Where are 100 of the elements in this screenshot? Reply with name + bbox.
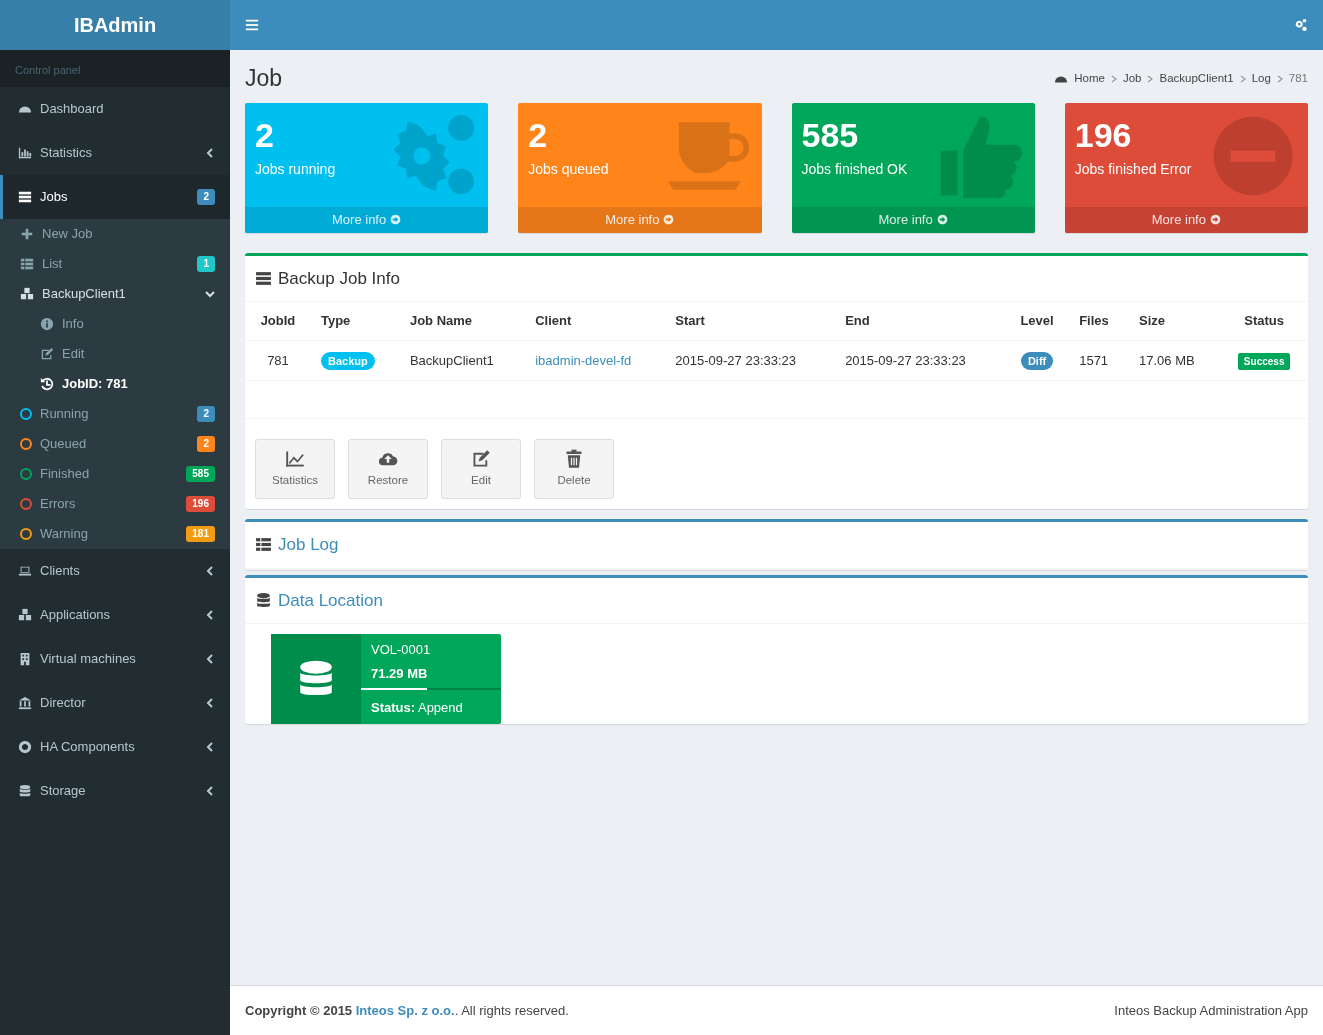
table-cell: 2015-09-27 23:33:23 [845,352,966,368]
restore-button[interactable]: Restore [348,439,428,500]
breadcrumb-item[interactable]: Job [1122,70,1142,88]
sidebar-item[interactable]: Director [0,681,230,725]
chevron-left-icon[interactable] [205,610,215,620]
chevron-right-icon [1147,74,1154,83]
tag: Backup [320,351,375,370]
stat-label: Jobs finished Error [1074,160,1193,180]
bank-icon [18,696,32,710]
company-link[interactable]: Inteos Sp. z o.o. [355,1002,455,1018]
hamburger-icon [255,536,272,554]
laptop-icon [18,564,32,578]
table-cell: BackupClient1 [409,352,494,368]
delete-button[interactable]: Delete [534,439,614,500]
submenu-item[interactable]: BackupClient1 [0,279,230,309]
chevron-left-icon[interactable] [205,566,215,576]
bar-chart-icon [18,146,32,160]
trash-icon [564,448,584,469]
column-header: JobId [260,313,296,329]
stat-number: 2 [528,114,549,156]
submenu-item[interactable]: Info [0,309,230,339]
sidebar-item[interactable]: Virtual machines [0,637,230,681]
count-badge: 1 [197,256,215,272]
more-info-link[interactable]: More info [1064,206,1308,233]
submenu-item[interactable]: Errors 196 [0,489,230,519]
chevron-right-icon [1239,74,1246,83]
submenu-item[interactable]: Queued 2 [0,429,230,459]
breadcrumb-item[interactable]: BackupClient1 [1159,70,1234,88]
column-header: Level [1020,313,1054,329]
volume-name: VOL-0001 [370,641,432,660]
count-badge: 181 [186,526,215,542]
sidebar-item[interactable]: Storage [0,769,230,813]
count-badge: 2 [197,406,215,422]
stat-label: Jobs finished OK [801,160,909,180]
more-info-link[interactable]: More info [518,206,762,233]
table-cell: 781 [267,352,289,368]
more-info-link[interactable]: More info [791,206,1035,233]
table-cell: 17.06 MB [1139,352,1195,368]
page-title: Job [245,65,283,93]
chevron-left-icon[interactable] [205,786,215,796]
sidebar-item[interactable]: Jobs 2 [0,175,230,219]
sidebar-item[interactable]: HA Components [0,725,230,769]
box-title: Backup Job Info [278,267,400,290]
chevron-left-icon[interactable] [205,742,215,752]
edit-icon [471,448,491,469]
database-icon [255,591,272,609]
edit-icon [40,347,54,361]
info-icon [40,317,54,331]
count-badge: 585 [186,466,215,482]
column-header: Start [675,313,705,329]
submenu-item[interactable]: JobID: 781 [0,369,230,399]
chevron-left-icon[interactable] [205,654,215,664]
chevron-left-icon[interactable] [205,148,215,158]
submenu-item[interactable]: Edit [0,339,230,369]
column-header: Client [535,313,572,329]
app-name: Inteos Backup Administration App [1114,1001,1308,1020]
server-icon [18,190,32,204]
chevron-right-icon [1110,74,1117,83]
count-badge: 2 [197,436,215,452]
server-icon [255,269,272,287]
menu-icon[interactable] [245,18,259,32]
breadcrumb-item[interactable]: Log [1251,70,1271,88]
breadcrumb-item: 781 [1288,71,1308,87]
column-header: Files [1079,313,1109,329]
volume-status: Status: Append [370,699,464,718]
copyright-text: Copyright © 2015 Inteos Sp. z o.o.. All rights reserved. [245,1001,569,1020]
chevron-down-icon[interactable] [205,289,215,299]
sidebar-item[interactable]: Statistics [0,131,230,175]
life-ring-icon [18,740,32,754]
submenu-item[interactable]: New Job [0,219,230,249]
sidebar-item[interactable]: Applications [0,593,230,637]
table-cell: 1571 [1079,352,1109,368]
sidebar-item[interactable]: Dashboard [0,87,230,131]
stat-label: Jobs running [255,160,337,180]
box-title[interactable]: Data Location [278,587,383,614]
column-header: Job Name [409,313,473,329]
building-icon [18,652,32,666]
submenu-item[interactable]: Warning 181 [0,519,230,549]
column-header: Status [1244,313,1285,329]
cubes-icon [18,608,32,622]
volume-size: 71.29 MB [370,664,429,683]
box-title[interactable]: Job Log [278,532,339,558]
sidebar-item[interactable]: Clients [0,549,230,593]
chevron-left-icon[interactable] [205,698,215,708]
submenu-item[interactable]: List 1 [0,249,230,279]
column-header: End [845,313,870,329]
stat-number: 2 [255,114,275,156]
submenu-item[interactable]: Running 2 [0,399,230,429]
client-link[interactable]: ibadmin-devel-fd [535,352,632,368]
sidebar-heading: Control panel [15,64,81,76]
edit-button[interactable]: Edit [441,439,521,500]
statistics-button[interactable]: Statistics [255,439,335,500]
settings-icon[interactable] [1294,18,1308,32]
column-header: Size [1139,313,1166,329]
plus-icon [20,227,34,241]
stat-number: 196 [1074,114,1133,156]
breadcrumb-item[interactable]: Home [1074,70,1105,88]
table-cell: 2015-09-27 23:33:23 [675,352,797,368]
list-icon [20,257,34,271]
submenu-item[interactable]: Finished 585 [0,459,230,489]
